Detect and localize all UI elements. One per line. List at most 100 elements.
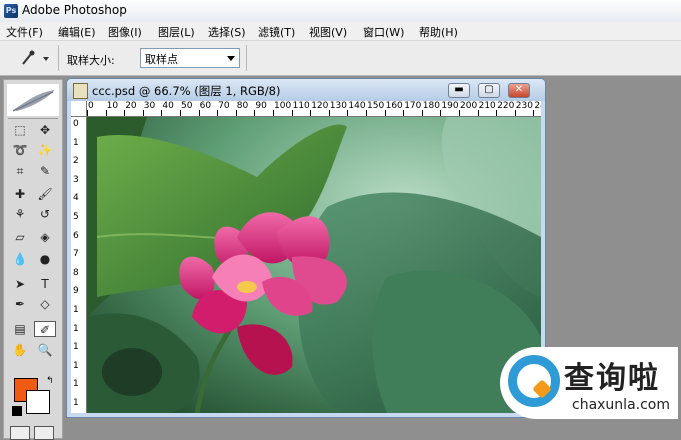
menu-file[interactable]: 文件(F) [6, 24, 43, 40]
ruler-v-label: 5 [73, 212, 79, 222]
menu-edit[interactable]: 编辑(E) [58, 24, 96, 40]
ruler-h-label: 170 [404, 101, 422, 111]
crop-icon[interactable]: ⌗ [9, 163, 31, 179]
watermark-logo: 查询啦 chaxunla.com [500, 347, 678, 419]
ruler-v-label: 8 [73, 267, 79, 278]
eraser-icon[interactable]: ▱ [9, 229, 31, 245]
pen-icon[interactable]: ✒ [9, 296, 31, 312]
image-canvas[interactable] [87, 117, 541, 413]
ruler-h-label: 160 [385, 101, 403, 111]
ruler-h-label: 50 [181, 101, 193, 111]
slice-icon[interactable]: ✎ [34, 163, 56, 179]
notes-icon[interactable]: ▤ [9, 321, 31, 337]
paint-bucket-icon[interactable]: ◈ [34, 229, 56, 245]
ruler-h-label: 24 [534, 101, 541, 111]
ruler-tick [421, 110, 423, 116]
toolbox-separator [8, 118, 58, 119]
sample-size-value: 取样点 [145, 53, 178, 66]
ruler-h-label: 30 [143, 101, 156, 111]
maximize-icon: ▢ [484, 84, 494, 95]
menu-layer[interactable]: 图层(L) [158, 24, 195, 40]
ruler-tick [235, 110, 237, 116]
path-select-icon[interactable]: ➤ [9, 276, 31, 292]
eyedropper-icon[interactable]: ✐ [34, 321, 56, 337]
shape-icon[interactable]: ◇ [34, 296, 56, 312]
ruler-h-label: 190 [441, 101, 459, 111]
ruler-tick [161, 110, 163, 116]
history-brush-icon[interactable]: ↺ [34, 206, 56, 222]
ruler-tick [533, 110, 535, 116]
zoom-icon[interactable]: 🔍 [34, 342, 56, 358]
ruler-h-label: 80 [236, 101, 249, 111]
options-separator [246, 45, 247, 71]
ruler-tick [124, 110, 126, 116]
ruler-h-label: 150 [367, 101, 385, 111]
maximize-button[interactable]: ▢ [478, 83, 500, 98]
minimize-icon: ▬ [454, 84, 464, 95]
document-titlebar: ccc.psd @ 66.7% (图层 1, RGB/8) ▬ ▢ ✕ [67, 79, 545, 101]
ruler-tick [384, 110, 386, 116]
menu-view[interactable]: 视图(V) [309, 24, 347, 40]
ruler-h-label: 200 [460, 101, 478, 111]
ruler-tick [514, 110, 516, 116]
ruler-origin[interactable] [71, 101, 87, 117]
ruler-tick [198, 110, 200, 116]
ruler-h-label: 100 [274, 101, 292, 111]
photoshop-logo-icon: Ps [4, 4, 18, 18]
minimize-button[interactable]: ▬ [448, 83, 470, 98]
ruler-tick [459, 110, 460, 116]
ruler-h-label: 60 [199, 101, 212, 111]
close-button[interactable]: ✕ [508, 83, 530, 98]
ruler-v-label: 9 [73, 286, 79, 297]
swap-colors-icon[interactable]: ↰ [46, 376, 54, 386]
ruler-tick [105, 110, 107, 116]
dodge-icon[interactable]: ● [34, 251, 56, 267]
stamp-icon[interactable]: ⚘ [9, 206, 31, 222]
default-colors-icon[interactable] [12, 406, 22, 416]
type-icon[interactable]: T [34, 276, 56, 292]
ruler-v-label: 1 [73, 360, 79, 371]
blur-icon[interactable]: 💧 [9, 251, 31, 267]
tool-preset-picker[interactable] [18, 49, 54, 67]
ruler-tick [87, 110, 88, 116]
move-icon[interactable]: ✥ [34, 122, 56, 138]
ruler-h-label: 130 [329, 101, 347, 111]
eyedropper-icon [22, 50, 49, 65]
ruler-h-label: 110 [292, 101, 310, 111]
marquee-icon[interactable]: ⬚ [9, 122, 31, 138]
menu-image[interactable]: 图像(I) [108, 24, 142, 40]
ruler-v-label: 1 [73, 398, 79, 408]
lotus-photo [87, 117, 541, 413]
healing-brush-icon[interactable]: ✚ [9, 186, 31, 202]
ruler-tick [254, 110, 256, 116]
ruler-tick [440, 110, 442, 116]
options-bar: 取样大小: 取样点 [0, 41, 681, 76]
brush-icon[interactable]: 🖌 [34, 186, 56, 202]
sample-size-select[interactable]: 取样点 [140, 48, 240, 68]
ruler-v-label: 4 [73, 193, 79, 204]
search-logo-icon [508, 355, 560, 407]
lasso-icon[interactable]: ➰ [9, 142, 31, 158]
ruler-h-label: 210 [478, 101, 496, 111]
ruler-v-label: 1 [73, 379, 79, 390]
ruler-h-label: 230 [515, 101, 533, 111]
ruler-tick [142, 110, 144, 116]
ruler-v-label: 2 [73, 156, 79, 167]
menu-window[interactable]: 窗口(W) [363, 24, 404, 40]
menu-help[interactable]: 帮助(H) [419, 24, 458, 40]
horizontal-ruler[interactable]: 0 10 20 30 40 50 60 70 80 90 100 110 120 130 140 150 160… [87, 101, 541, 117]
ruler-tick [328, 110, 330, 116]
background-color-swatch[interactable] [26, 390, 50, 414]
standard-mode-icon[interactable] [10, 426, 30, 440]
sample-size-label: 取样大小: [67, 54, 115, 67]
ruler-tick [477, 110, 479, 116]
ruler-tick [180, 110, 181, 116]
menu-select[interactable]: 选择(S) [208, 24, 246, 40]
ruler-tick [291, 110, 293, 116]
hand-icon[interactable]: ✋ [9, 342, 31, 358]
vertical-ruler[interactable]: 0 1 2 3 4 5 6 7 8 9 1 1 1 1 1 1 [71, 117, 87, 413]
magic-wand-icon[interactable]: ✨ [34, 142, 56, 158]
quick-mask-icon[interactable] [34, 426, 54, 440]
menu-filter[interactable]: 滤镜(T) [258, 24, 295, 40]
menu-bar: 文件(F) 编辑(E) 图像(I) 图层(L) 选择(S) 滤镜(T) 视图(V… [0, 22, 681, 41]
